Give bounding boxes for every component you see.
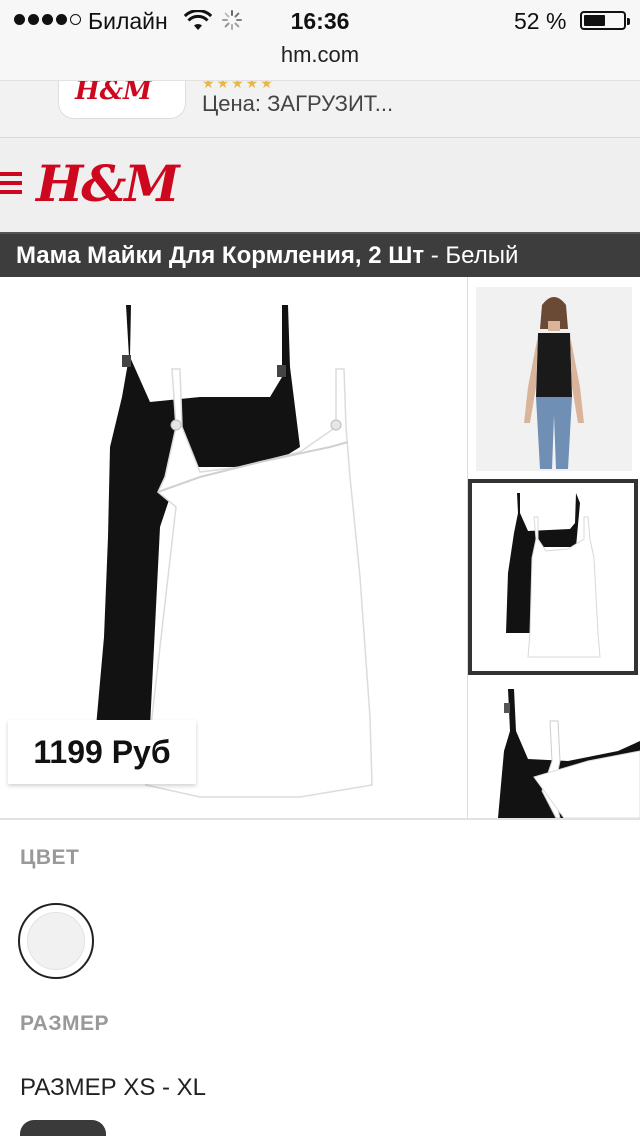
product-pair-photo bbox=[506, 493, 601, 658]
thumbnail-model[interactable] bbox=[468, 287, 640, 471]
title-separator: - bbox=[424, 242, 446, 269]
color-label: ЦВЕТ bbox=[20, 846, 80, 869]
size-range-text: РАЗМЕР XS - XL bbox=[20, 1074, 207, 1101]
product-title-bar: Мама Майки Для Кормления, 2 Шт - Белый bbox=[0, 232, 640, 277]
smart-app-banner[interactable]: H&M ★★★★★ Цена: ЗАГРУЗИТ... bbox=[0, 80, 640, 138]
color-swatch-white[interactable] bbox=[18, 903, 94, 979]
section-divider bbox=[0, 818, 640, 820]
thumbnail-product-detail[interactable] bbox=[468, 681, 640, 818]
status-bar: Билайн 16:36 52 % bbox=[0, 0, 640, 40]
hm-logo-fragment-icon: H&M bbox=[75, 80, 152, 106]
product-color-name: Белый bbox=[445, 242, 519, 269]
thumbnail-list bbox=[468, 277, 640, 818]
app-icon: H&M bbox=[58, 80, 186, 119]
hm-logo[interactable]: H&M bbox=[36, 154, 180, 213]
model-photo bbox=[524, 297, 584, 469]
app-price: Цена: ЗАГРУЗИТ... bbox=[202, 91, 394, 116]
price-tag: 1199 Руб bbox=[8, 720, 196, 784]
product-name: Мама Майки Для Кормления, 2 Шт bbox=[16, 242, 425, 269]
battery-percentage: 52 % bbox=[514, 8, 567, 34]
url-text: hm.com bbox=[280, 42, 360, 67]
size-select-button[interactable] bbox=[20, 1120, 106, 1136]
menu-icon[interactable] bbox=[0, 172, 22, 196]
site-header: H&M bbox=[0, 138, 640, 232]
address-bar[interactable]: hm.com bbox=[0, 40, 640, 80]
product-detail-photo bbox=[498, 689, 640, 818]
thumbnail-product-pair[interactable] bbox=[468, 479, 638, 675]
size-label: РАЗМЕР bbox=[20, 1012, 109, 1035]
battery-icon bbox=[580, 11, 630, 30]
